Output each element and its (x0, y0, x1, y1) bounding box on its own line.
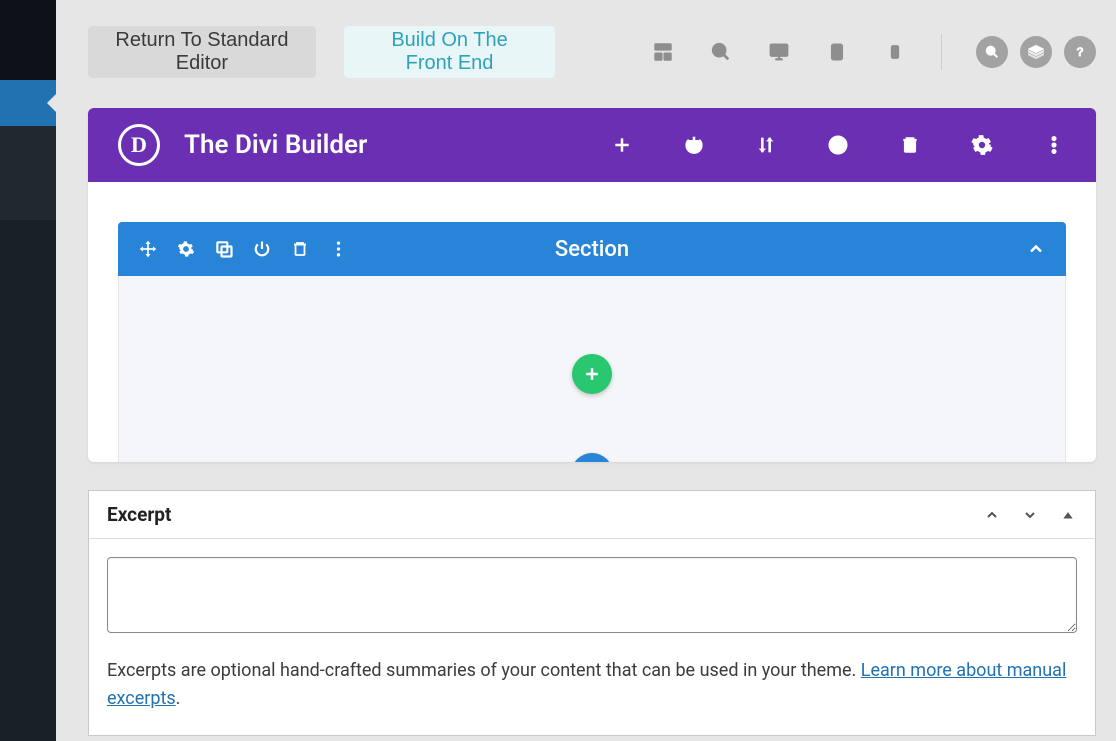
sort-icon[interactable] (754, 133, 778, 157)
return-standard-editor-button[interactable]: Return To Standard Editor (88, 26, 316, 78)
zoom-icon[interactable] (709, 40, 733, 64)
divi-builder-panel: D The Divi Builder (88, 108, 1096, 462)
phone-view-icon[interactable] (883, 40, 907, 64)
excerpt-description: Excerpts are optional hand-crafted summa… (107, 657, 1077, 713)
editor-toolbar: Return To Standard Editor Build On The F… (88, 22, 1096, 82)
section-tools (138, 239, 348, 259)
wireframe-view-icon[interactable] (651, 40, 675, 64)
tablet-view-icon[interactable] (825, 40, 849, 64)
layers-icon[interactable] (1020, 36, 1052, 68)
excerpt-title: Excerpt (107, 503, 171, 526)
section-header[interactable]: Section (118, 222, 1066, 276)
desktop-view-icon[interactable] (767, 40, 791, 64)
divi-builder-title: The Divi Builder (184, 130, 367, 160)
move-down-icon[interactable] (1021, 506, 1039, 524)
build-frontend-button[interactable]: Build On The Front End (344, 26, 555, 78)
move-icon[interactable] (138, 239, 158, 259)
excerpt-desc-after: . (176, 688, 181, 709)
wp-sidebar-top (0, 0, 56, 80)
toggle-box-icon[interactable] (1059, 506, 1077, 524)
wp-admin-sidebar (0, 0, 56, 741)
settings-icon[interactable] (970, 133, 994, 157)
main-content: Return To Standard Editor Build On The F… (56, 0, 1116, 741)
toolbar-view-icons (651, 40, 907, 64)
svg-text:?: ? (1076, 45, 1083, 59)
section-settings-icon[interactable] (176, 239, 196, 259)
excerpt-textarea[interactable] (107, 557, 1077, 633)
help-icon[interactable]: ? (1064, 36, 1096, 68)
divi-builder-header: D The Divi Builder (88, 108, 1096, 182)
excerpt-header-controls (983, 506, 1077, 524)
duplicate-icon[interactable] (214, 239, 234, 259)
toolbar-divider (941, 34, 942, 70)
add-row-button[interactable] (572, 354, 612, 394)
excerpt-metabox: Excerpt Excerpts are optional hand-craft… (88, 490, 1096, 736)
excerpt-body: Excerpts are optional hand-crafted summa… (89, 539, 1095, 735)
history-icon[interactable] (826, 133, 850, 157)
move-up-icon[interactable] (983, 506, 1001, 524)
power-icon[interactable] (682, 133, 706, 157)
section-body (118, 276, 1066, 462)
divi-builder-actions (610, 133, 1066, 157)
search-icon[interactable] (976, 36, 1008, 68)
more-icon[interactable] (1042, 133, 1066, 157)
section-delete-icon[interactable] (290, 239, 310, 259)
excerpt-desc-text: Excerpts are optional hand-crafted summa… (107, 660, 861, 681)
section-more-icon[interactable] (328, 239, 348, 259)
excerpt-metabox-header: Excerpt (89, 491, 1095, 539)
divi-logo-icon: D (118, 124, 160, 166)
wp-sidebar-active-item[interactable] (0, 80, 56, 126)
section-power-icon[interactable] (252, 239, 272, 259)
collapse-icon[interactable] (1026, 239, 1046, 259)
divi-builder-body: Section (88, 182, 1096, 462)
delete-icon[interactable] (898, 133, 922, 157)
toolbar-utility-icons: ? (976, 36, 1096, 68)
add-section-button[interactable] (571, 453, 613, 462)
wp-sidebar-submenu-area (0, 126, 56, 220)
add-icon[interactable] (610, 133, 634, 157)
section-title: Section (555, 237, 629, 262)
